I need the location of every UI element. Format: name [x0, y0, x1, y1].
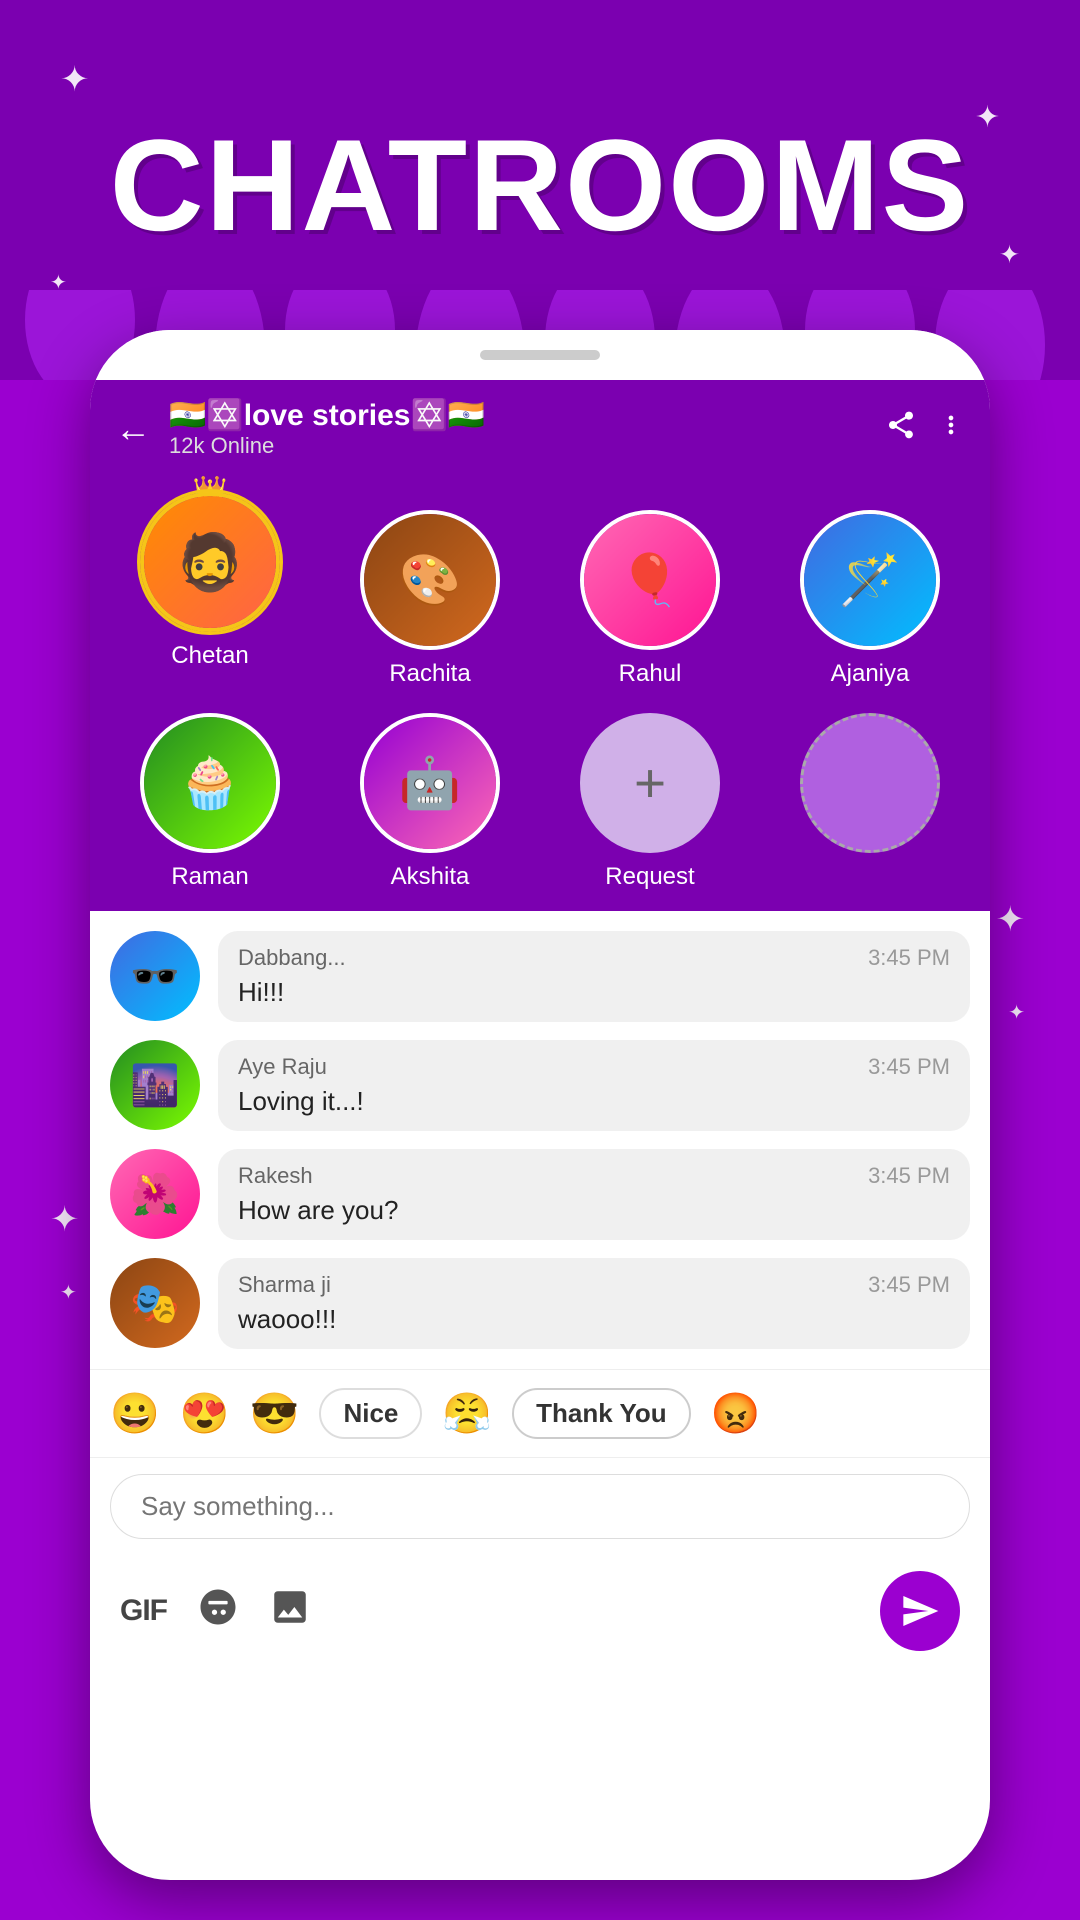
msg-text-4: waooo!!! [238, 1304, 950, 1335]
star-decoration-1: ✦ [60, 60, 89, 100]
participant-name-rachita: Rachita [389, 660, 470, 688]
more-options-icon[interactable] [937, 410, 965, 447]
star-decoration-6: ✦ [1008, 1000, 1025, 1025]
participant-name-chetan: Chetan [171, 642, 248, 670]
msg-username-4: Sharma ji [238, 1272, 331, 1298]
msg-time-4: 3:45 PM [868, 1272, 950, 1298]
msg-time-2: 3:45 PM [868, 1054, 950, 1080]
participant-avatar-chetan: 🧔 [140, 492, 280, 632]
phone-frame: ← 🇮🇳✡️love stories✡️🇮🇳 12k Online 👑 [90, 330, 990, 1880]
back-button[interactable]: ← [115, 408, 151, 450]
msg-username-1: Dabbang... [238, 945, 346, 971]
room-info: 🇮🇳✡️love stories✡️🇮🇳 12k Online [169, 398, 867, 459]
participant-name-raman: Raman [171, 863, 248, 891]
participant-akshita[interactable]: 🤖 Akshita [330, 708, 530, 891]
reaction-thankyou-button[interactable]: Thank You [512, 1388, 691, 1439]
msg-username-3: Rakesh [238, 1163, 313, 1189]
reaction-emoji-2[interactable]: 😍 [180, 1390, 230, 1437]
participant-avatar-rachita: 🎨 [360, 510, 500, 650]
star-decoration-5: ✦ [996, 900, 1025, 940]
participant-avatar-akshita: 🤖 [360, 713, 500, 853]
participant-avatar-empty [800, 713, 940, 853]
messages-area: 🕶️ Dabbang... 3:45 PM Hi!!! 🌆 Aye Raju 3… [90, 911, 990, 1369]
reaction-emoji-1[interactable]: 😀 [110, 1390, 160, 1437]
message-2: 🌆 Aye Raju 3:45 PM Loving it...! [110, 1040, 970, 1131]
msg-avatar-1: 🕶️ [110, 931, 200, 1021]
msg-avatar-3: 🌺 [110, 1149, 200, 1239]
add-request-button[interactable]: + [580, 713, 720, 853]
msg-bubble-2: Aye Raju 3:45 PM Loving it...! [218, 1040, 970, 1131]
participant-avatar-raman: 🧁 [140, 713, 280, 853]
page-title: CHATROOMS [0, 110, 1080, 260]
participant-name-ajaniya: Ajaniya [831, 660, 910, 688]
reaction-nice-button[interactable]: Nice [319, 1388, 422, 1439]
reaction-emoji-4[interactable]: 😤 [442, 1390, 492, 1437]
msg-bubble-3: Rakesh 3:45 PM How are you? [218, 1149, 970, 1240]
message-input[interactable] [110, 1474, 970, 1539]
participant-request[interactable]: + Request [550, 708, 750, 891]
participant-raman[interactable]: 🧁 Raman [110, 708, 310, 891]
bottom-toolbar: GIF [90, 1555, 990, 1671]
star-decoration-8: ✦ [60, 1280, 77, 1305]
message-1: 🕶️ Dabbang... 3:45 PM Hi!!! [110, 931, 970, 1022]
participant-empty [770, 708, 970, 891]
star-decoration-7: ✦ [50, 1200, 79, 1240]
quick-reactions: 😀 😍 😎 Nice 😤 Thank You 😡 [90, 1369, 990, 1457]
room-online-count: 12k Online [169, 433, 867, 459]
phone-pill [480, 350, 600, 360]
msg-bubble-4: Sharma ji 3:45 PM waooo!!! [218, 1258, 970, 1349]
phone-top-bar [90, 330, 990, 380]
emoji-button[interactable] [197, 1586, 239, 1637]
msg-time-1: 3:45 PM [868, 945, 950, 971]
message-3: 🌺 Rakesh 3:45 PM How are you? [110, 1149, 970, 1240]
participant-ajaniya[interactable]: 🪄 Ajaniya [770, 492, 970, 688]
msg-text-3: How are you? [238, 1195, 950, 1226]
participant-avatar-ajaniya: 🪄 [800, 510, 940, 650]
input-bar [90, 1457, 990, 1555]
reaction-emoji-5[interactable]: 😡 [711, 1390, 761, 1437]
participant-rahul[interactable]: 🎈 Rahul [550, 492, 750, 688]
msg-avatar-4: 🎭 [110, 1258, 200, 1348]
participant-name-rahul: Rahul [619, 660, 682, 688]
participant-chetan[interactable]: 👑 🧔 Chetan [110, 492, 310, 688]
room-name: 🇮🇳✡️love stories✡️🇮🇳 [169, 398, 867, 433]
msg-avatar-2: 🌆 [110, 1040, 200, 1130]
msg-username-2: Aye Raju [238, 1054, 327, 1080]
star-decoration-4: ✦ [50, 270, 67, 295]
send-button[interactable] [880, 1571, 960, 1651]
participant-name-request: Request [605, 863, 694, 891]
participant-name-akshita: Akshita [391, 863, 470, 891]
msg-bubble-1: Dabbang... 3:45 PM Hi!!! [218, 931, 970, 1022]
share-icon[interactable] [885, 409, 917, 449]
participants-section: 👑 🧔 Chetan 🎨 Rachita 🎈 Rahul [90, 477, 990, 911]
chat-header: ← 🇮🇳✡️love stories✡️🇮🇳 12k Online [90, 380, 990, 477]
gif-button[interactable]: GIF [120, 1594, 167, 1628]
msg-text-2: Loving it...! [238, 1086, 950, 1117]
msg-text-1: Hi!!! [238, 977, 950, 1008]
participant-rachita[interactable]: 🎨 Rachita [330, 492, 530, 688]
message-4: 🎭 Sharma ji 3:45 PM waooo!!! [110, 1258, 970, 1349]
header-icons [885, 409, 965, 449]
image-button[interactable] [269, 1586, 311, 1637]
reaction-emoji-3[interactable]: 😎 [250, 1390, 300, 1437]
msg-time-3: 3:45 PM [868, 1163, 950, 1189]
participant-avatar-rahul: 🎈 [580, 510, 720, 650]
